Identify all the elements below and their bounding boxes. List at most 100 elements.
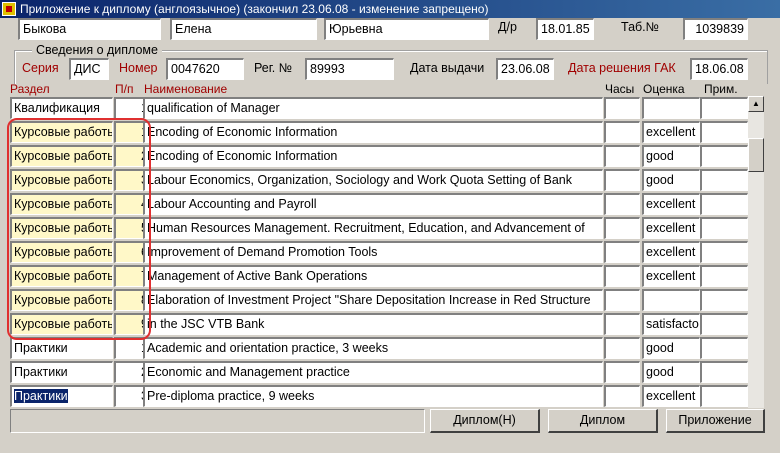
gak-date-field[interactable]: 18.06.08	[690, 58, 748, 80]
number-field[interactable]: 0047620	[166, 58, 244, 80]
section-cell[interactable]: Практики	[10, 337, 113, 359]
series-label: Серия	[22, 61, 59, 75]
note-cell[interactable]	[700, 145, 748, 167]
name-cell[interactable]: Economic and Management practice	[143, 361, 603, 383]
note-cell[interactable]	[700, 241, 748, 263]
grade-cell[interactable]: good	[642, 337, 700, 359]
section-cell[interactable]: Курсовые работы	[10, 313, 113, 335]
section-cell[interactable]: Квалификация	[10, 97, 113, 119]
name-cell[interactable]: Labour Economics, Organization, Sociolog…	[143, 169, 603, 191]
series-field[interactable]: ДИС	[69, 58, 109, 80]
number-label: Номер	[119, 61, 158, 75]
name-cell[interactable]: Improvement of Demand Promotion Tools	[143, 241, 603, 263]
scroll-thumb[interactable]	[748, 138, 764, 172]
name-cell[interactable]: Encoding of Economic Information	[143, 145, 603, 167]
name-cell[interactable]: qualification of Manager	[143, 97, 603, 119]
note-cell[interactable]	[700, 193, 748, 215]
vertical-scrollbar[interactable]: ▲	[748, 96, 764, 408]
grade-cell[interactable]: good	[642, 361, 700, 383]
tab-no-field[interactable]: 1039839	[683, 18, 748, 40]
column-header-hours: Часы	[605, 82, 635, 96]
grade-cell[interactable]	[642, 289, 700, 311]
grade-cell[interactable]: good	[642, 169, 700, 191]
hours-cell[interactable]	[604, 217, 640, 239]
reg-no-field[interactable]: 89993	[305, 58, 394, 80]
note-cell[interactable]	[700, 265, 748, 287]
hours-cell[interactable]	[604, 145, 640, 167]
hours-cell[interactable]	[604, 385, 640, 407]
column-header-name: Наименование	[144, 82, 228, 96]
issue-date-label: Дата выдачи	[410, 61, 485, 75]
grade-cell[interactable]: excellent	[642, 385, 700, 407]
column-header-grade: Оценка	[643, 82, 685, 96]
grade-cell[interactable]: satisfactory	[642, 313, 700, 335]
dob-field[interactable]: 18.01.85	[536, 18, 594, 40]
section-cell[interactable]: Курсовые работы	[10, 121, 113, 143]
bottom-toolbar: Диплом(Н) Диплом Приложение	[10, 409, 765, 433]
name-cell[interactable]: Academic and orientation practice, 3 wee…	[143, 337, 603, 359]
issue-date-field[interactable]: 23.06.08	[496, 58, 554, 80]
note-cell[interactable]	[700, 361, 748, 383]
note-cell[interactable]	[700, 337, 748, 359]
title-bar: Приложение к диплому (англоязычное) (зак…	[0, 0, 780, 18]
hours-cell[interactable]	[604, 313, 640, 335]
note-cell[interactable]	[700, 97, 748, 119]
hours-cell[interactable]	[604, 241, 640, 263]
hours-cell[interactable]	[604, 361, 640, 383]
name-cell[interactable]: Human Resources Management. Recruitment,…	[143, 217, 603, 239]
name-cell[interactable]: Labour Accounting and Payroll	[143, 193, 603, 215]
name-cell[interactable]: Encoding of Economic Information	[143, 121, 603, 143]
gak-date-label: Дата решения ГАК	[568, 61, 676, 75]
hours-cell[interactable]	[604, 337, 640, 359]
dob-label: Д/р	[498, 20, 517, 34]
hours-cell[interactable]	[604, 265, 640, 287]
section-cell[interactable]: Практики	[10, 361, 113, 383]
status-field	[10, 409, 425, 433]
note-cell[interactable]	[700, 385, 748, 407]
section-cell[interactable]: Курсовые работы	[10, 289, 113, 311]
section-cell[interactable]: Курсовые работы	[10, 169, 113, 191]
grade-cell[interactable]: excellent	[642, 217, 700, 239]
last-name-field[interactable]: Быкова	[18, 18, 161, 40]
column-header-num: П/п	[115, 82, 134, 96]
window-title: Приложение к диплому (англоязычное) (зак…	[20, 2, 489, 16]
section-cell[interactable]: Курсовые работы	[10, 145, 113, 167]
diploma-group-label: Сведения о дипломе	[32, 43, 162, 57]
grade-cell[interactable]: excellent	[642, 121, 700, 143]
section-cell[interactable]: Курсовые работы	[10, 193, 113, 215]
first-name-field[interactable]: Елена	[170, 18, 317, 40]
name-cell[interactable]: Management of Active Bank Operations	[143, 265, 603, 287]
hours-cell[interactable]	[604, 97, 640, 119]
main-window: Приложение к диплому (англоязычное) (зак…	[0, 0, 780, 453]
hours-cell[interactable]	[604, 169, 640, 191]
app-icon	[2, 2, 16, 16]
note-cell[interactable]	[700, 121, 748, 143]
name-cell[interactable]: Elaboration of Investment Project "Share…	[143, 289, 603, 311]
scroll-up-arrow-icon[interactable]: ▲	[748, 96, 764, 112]
section-cell[interactable]: Курсовые работы	[10, 217, 113, 239]
note-cell[interactable]	[700, 169, 748, 191]
tab-no-label: Таб.№	[621, 20, 660, 34]
grade-cell[interactable]: excellent	[642, 265, 700, 287]
patronymic-field[interactable]: Юрьевна	[324, 18, 489, 40]
hours-cell[interactable]	[604, 193, 640, 215]
section-cell[interactable]: Курсовые работы	[10, 241, 113, 263]
note-cell[interactable]	[700, 217, 748, 239]
grade-cell[interactable]	[642, 97, 700, 119]
name-cell[interactable]: in the JSC VTB Bank	[143, 313, 603, 335]
section-cell-selected[interactable]: Практики	[10, 385, 113, 407]
column-header-section: Раздел	[10, 82, 50, 96]
note-cell[interactable]	[700, 313, 748, 335]
name-cell[interactable]: Pre-diploma practice, 9 weeks	[143, 385, 603, 407]
reg-no-label: Рег. №	[254, 61, 293, 75]
note-cell[interactable]	[700, 289, 748, 311]
diploma-h-button[interactable]: Диплом(Н)	[430, 409, 540, 433]
hours-cell[interactable]	[604, 289, 640, 311]
hours-cell[interactable]	[604, 121, 640, 143]
appendix-button[interactable]: Приложение	[666, 409, 765, 433]
grade-cell[interactable]: excellent	[642, 193, 700, 215]
section-cell[interactable]: Курсовые работы	[10, 265, 113, 287]
grade-cell[interactable]: good	[642, 145, 700, 167]
grade-cell[interactable]: excellent	[642, 241, 700, 263]
diploma-button[interactable]: Диплом	[548, 409, 658, 433]
